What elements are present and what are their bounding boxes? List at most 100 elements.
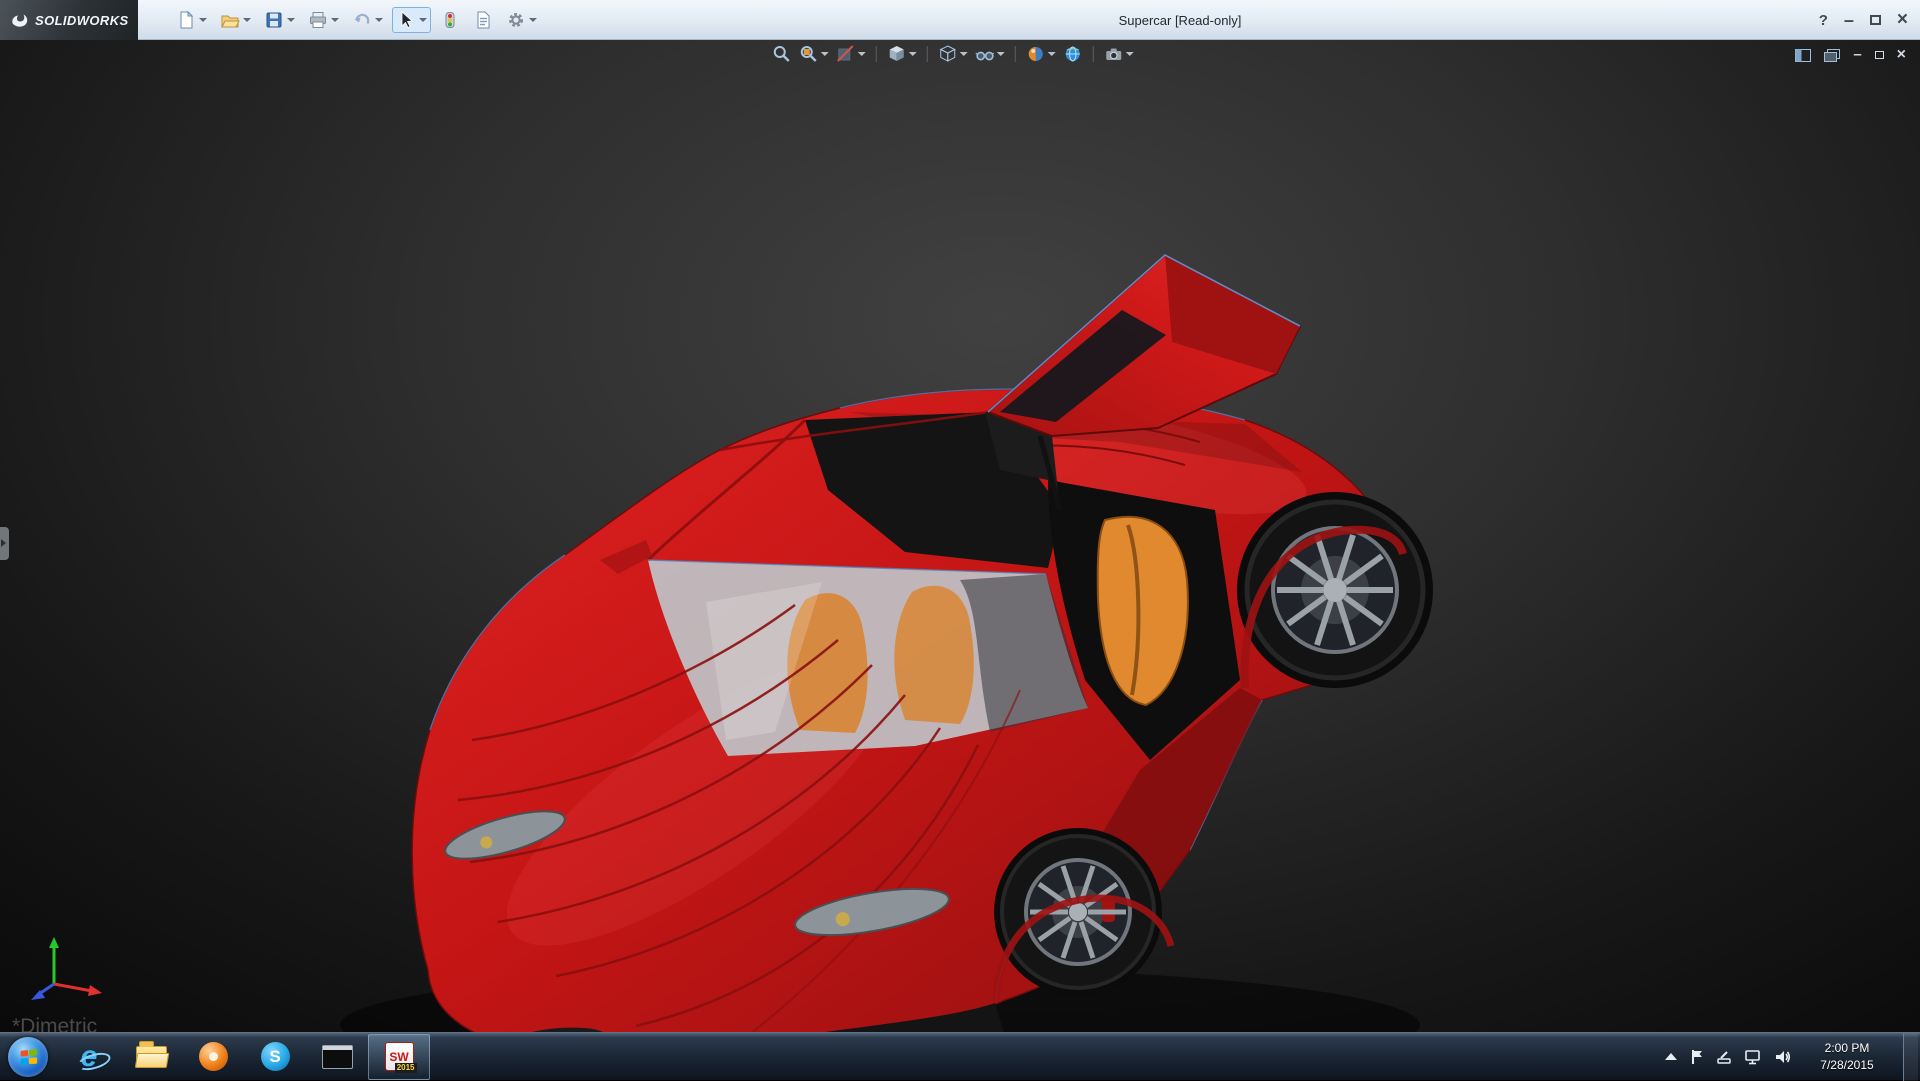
zoom-to-area-button[interactable]	[799, 44, 829, 64]
close-button[interactable]: ×	[1897, 9, 1908, 31]
taskbar-item-windows-explorer[interactable]	[120, 1034, 182, 1080]
section-view-button[interactable]	[836, 44, 866, 64]
document-title: Supercar [Read-only]	[1119, 0, 1242, 40]
graphics-area[interactable]: – × *Dimetric	[0, 40, 1920, 1032]
show-desktop-button[interactable]	[1903, 1033, 1918, 1081]
zoom-to-fit-button[interactable]	[772, 44, 792, 64]
chevron-down-icon	[1048, 52, 1056, 56]
print-button[interactable]	[304, 7, 343, 33]
save-button[interactable]	[260, 7, 299, 33]
maximize-button[interactable]	[1870, 15, 1881, 25]
toolbar-separator	[927, 46, 928, 62]
taskbar-item-internet-explorer[interactable]: e	[58, 1034, 120, 1080]
solidworks-logo: SOLIDWORKS	[0, 0, 138, 40]
chevron-down-icon	[997, 52, 1005, 56]
volume-icon[interactable]	[1774, 1049, 1791, 1065]
media-app-icon	[199, 1042, 228, 1071]
edit-appearance-button[interactable]	[1026, 44, 1056, 64]
heads-up-toolbar	[772, 44, 1134, 64]
glasses-icon	[975, 44, 995, 64]
front-wheel	[994, 828, 1162, 996]
section-view-icon	[836, 44, 856, 64]
view-settings-button[interactable]	[1104, 44, 1134, 64]
chevron-down-icon	[287, 18, 295, 22]
taskbar-item-solidworks[interactable]: SW 2015	[368, 1034, 430, 1080]
apply-scene-button[interactable]	[1063, 44, 1083, 64]
quick-access-toolbar	[172, 0, 541, 40]
chevron-down-icon	[858, 52, 866, 56]
chevron-down-icon	[199, 18, 207, 22]
doc-close-button[interactable]: ×	[1897, 46, 1906, 64]
solidworks-version-badge: 2015	[395, 1063, 417, 1073]
taskbar-item-skype[interactable]: S	[244, 1034, 306, 1080]
solidworks-logo-mark	[9, 10, 29, 30]
select-tool-button[interactable]	[392, 7, 431, 33]
open-button[interactable]	[216, 7, 255, 33]
minimize-button[interactable]: –	[1844, 15, 1854, 25]
new-document-icon	[176, 10, 196, 30]
network-icon[interactable]	[1744, 1049, 1762, 1065]
windows-flag-icon	[20, 1049, 36, 1064]
options-gear-icon	[506, 10, 526, 30]
orientation-triad	[28, 934, 118, 1006]
new-document-button[interactable]	[172, 7, 211, 33]
chevron-down-icon	[821, 52, 829, 56]
document-window-controls: – ×	[1795, 46, 1906, 64]
chevron-down-icon	[331, 18, 339, 22]
select-cursor-icon	[396, 10, 416, 30]
chevron-down-icon	[529, 18, 537, 22]
toolbar-separator	[1015, 46, 1016, 62]
app-name-label: SOLIDWORKS	[35, 13, 129, 28]
folder-icon	[136, 1046, 167, 1068]
display-style-button[interactable]	[938, 44, 968, 64]
chevron-down-icon	[909, 52, 917, 56]
doc-restore-button[interactable]	[1875, 51, 1884, 59]
solidworks-app-icon: SW 2015	[385, 1042, 414, 1071]
tile-window-icon[interactable]	[1795, 49, 1811, 62]
chevron-down-icon	[375, 18, 383, 22]
taskbar-apps: e S SW 2015	[58, 1033, 430, 1081]
chevron-down-icon	[1126, 52, 1134, 56]
view-orientation-label: *Dimetric	[12, 1015, 97, 1032]
command-prompt-icon	[322, 1045, 353, 1069]
clock-date: 7/28/2015	[1803, 1057, 1891, 1073]
chevron-down-icon	[419, 18, 427, 22]
tray-expand-icon[interactable]	[1664, 1052, 1678, 1062]
rebuild-button[interactable]	[436, 7, 464, 33]
panel-collapse-arrow[interactable]	[0, 527, 9, 560]
open-folder-icon	[220, 10, 240, 30]
toolbar-separator	[876, 46, 877, 62]
chevron-down-icon	[960, 52, 968, 56]
undo-icon	[352, 10, 372, 30]
cascade-window-icon[interactable]	[1824, 49, 1840, 62]
file-properties-icon	[473, 10, 493, 30]
camera-icon	[1104, 44, 1124, 64]
zoom-to-fit-icon	[772, 44, 792, 64]
start-button[interactable]	[8, 1037, 48, 1077]
taskbar: e S SW 2015	[0, 1032, 1920, 1080]
action-center-flag-icon[interactable]	[1690, 1049, 1704, 1065]
rebuild-icon	[440, 10, 460, 30]
file-properties-button[interactable]	[469, 7, 497, 33]
input-pen-icon[interactable]	[1716, 1049, 1732, 1065]
options-button[interactable]	[502, 7, 541, 33]
clock-time: 2:00 PM	[1803, 1040, 1891, 1056]
zoom-to-area-icon	[799, 44, 819, 64]
supercar-model	[0, 40, 1920, 1032]
appearance-ball-icon	[1026, 44, 1046, 64]
undo-button[interactable]	[348, 7, 387, 33]
hide-show-items-button[interactable]	[975, 44, 1005, 64]
help-button[interactable]: ?	[1819, 12, 1828, 29]
clock[interactable]: 2:00 PM 7/28/2015	[1803, 1040, 1891, 1072]
taskbar-item-command-prompt[interactable]	[306, 1034, 368, 1080]
solidworks-window: SOLIDWORKS	[0, 0, 1920, 1080]
chevron-down-icon	[243, 18, 251, 22]
system-tray: 2:00 PM 7/28/2015	[1664, 1033, 1920, 1081]
titlebar: SOLIDWORKS	[0, 0, 1920, 40]
view-orientation-button[interactable]	[887, 44, 917, 64]
display-style-icon	[938, 44, 958, 64]
view-orientation-cube-icon	[887, 44, 907, 64]
doc-minimize-button[interactable]: –	[1853, 51, 1861, 59]
taskbar-item-media-app[interactable]	[182, 1034, 244, 1080]
skype-icon: S	[261, 1042, 290, 1071]
